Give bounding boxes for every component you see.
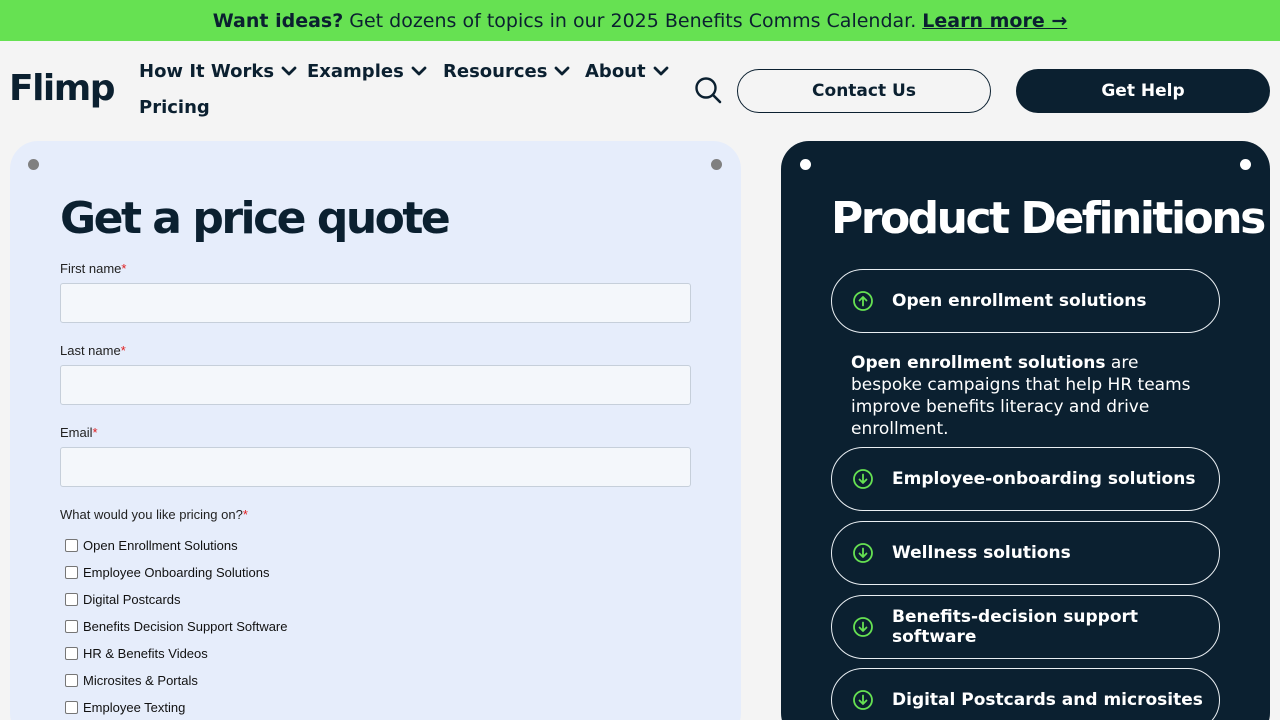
arrow-down-circle-icon [853,617,873,637]
accordion-open-enrollment[interactable]: Open enrollment solutions [831,269,1220,333]
option-hr-benefits-videos[interactable]: HR & Benefits Videos [65,646,208,661]
email-field[interactable] [60,447,691,487]
corner-dot [800,159,811,170]
chevron-down-icon [411,66,427,76]
promo-banner: Want ideas? Get dozens of topics in our … [0,0,1280,41]
option-benefits-decision-support[interactable]: Benefits Decision Support Software [65,619,288,634]
arrow-down-circle-icon [853,690,873,710]
learn-more-link[interactable]: Learn more → [922,10,1067,32]
checkbox[interactable] [65,566,78,579]
arrow-down-circle-icon [853,469,873,489]
last-name-field[interactable] [60,365,691,405]
accordion-employee-onboarding[interactable]: Employee-onboarding solutions [831,447,1220,511]
price-quote-card: Get a price quote First name* Last name*… [10,141,741,720]
checkbox[interactable] [65,647,78,660]
form-title: Get a price quote [60,193,451,244]
nav-pricing[interactable]: Pricing [139,97,210,118]
checkbox[interactable] [65,674,78,687]
checkbox[interactable] [65,620,78,633]
option-digital-postcards[interactable]: Digital Postcards [65,592,181,607]
promo-text: Get dozens of topics in our 2025 Benefit… [349,9,917,32]
nav-examples[interactable]: Examples [307,58,428,84]
option-open-enrollment[interactable]: Open Enrollment Solutions [65,538,238,553]
first-name-label: First name* [60,261,127,276]
chevron-down-icon [653,66,669,76]
arrow-up-circle-icon [853,291,873,311]
nav-label: How It Works [139,60,275,82]
option-employee-texting[interactable]: Employee Texting [65,700,185,715]
accordion-wellness[interactable]: Wellness solutions [831,521,1220,585]
checkbox[interactable] [65,701,78,714]
nav-label: About [585,60,646,82]
nav-label: Examples [307,60,404,82]
accordion-benefits-decision-support[interactable]: Benefits-decision support software [831,595,1220,659]
product-definitions-card: Product Definitions Open enrollment solu… [781,141,1270,720]
option-microsites-portals[interactable]: Microsites & Portals [65,673,198,688]
search-icon[interactable] [694,76,722,104]
checkbox[interactable] [65,593,78,606]
flimp-logo[interactable]: Flimp [9,68,116,109]
checkbox[interactable] [65,539,78,552]
option-employee-onboarding[interactable]: Employee Onboarding Solutions [65,565,269,580]
chevron-down-icon [281,66,297,76]
chevron-down-icon [555,66,570,76]
definitions-title: Product Definitions [831,193,1266,244]
nav-how-it-works[interactable]: How It Works [139,58,298,84]
nav-resources[interactable]: Resources [443,58,571,84]
nav-about[interactable]: About [585,58,670,84]
accordion-open-enrollment-body: Open enrollment solutions are bespoke ca… [851,353,1191,439]
contact-us-button[interactable]: Contact Us [737,69,991,113]
get-help-button[interactable]: Get Help [1016,69,1270,113]
corner-dot [1240,159,1251,170]
first-name-field[interactable] [60,283,691,323]
arrow-down-circle-icon [853,543,873,563]
nav-label: Resources [443,60,548,82]
corner-dot [711,159,722,170]
promo-bold: Want ideas? [212,9,344,32]
corner-dot [28,159,39,170]
pricing-question-label: What would you like pricing on?* [60,507,248,522]
accordion-digital-postcards[interactable]: Digital Postcards and microsites [831,668,1220,720]
last-name-label: Last name* [60,343,126,358]
email-label: Email* [60,425,98,440]
